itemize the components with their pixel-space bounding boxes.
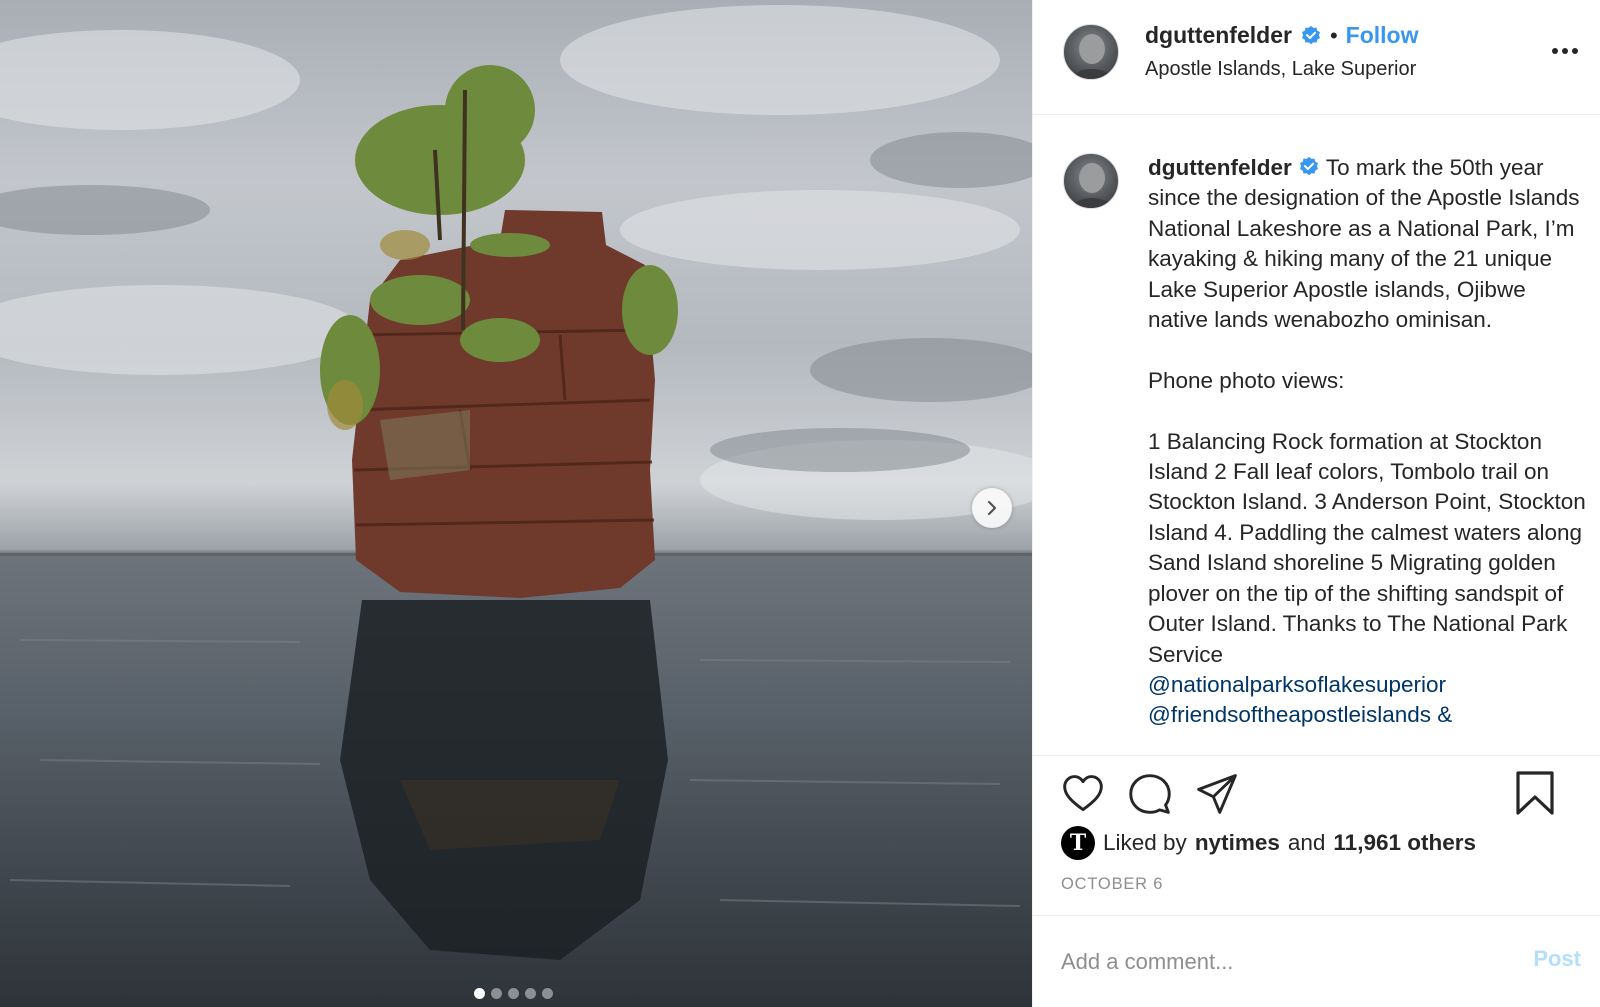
verified-badge-icon [1300, 156, 1318, 176]
caption-mention[interactable]: @friendsoftheapostleislands & [1148, 702, 1452, 727]
heart-icon [1063, 775, 1103, 812]
post-location[interactable]: Apostle Islands, Lake Superior [1145, 58, 1416, 81]
carousel-dot [474, 988, 485, 999]
author-username[interactable]: dguttenfelder [1145, 22, 1292, 49]
caption-mention[interactable]: @nationalparksoflakesuperior [1148, 672, 1446, 697]
more-horizontal-icon [1552, 48, 1578, 54]
likes-prefix: Liked by [1103, 830, 1187, 855]
likes-summary: T Liked by nytimes and 11,961 others [1061, 826, 1476, 860]
comments-scroll-area[interactable]: dguttenfelder To mark the 50th year sinc… [1033, 115, 1600, 755]
carousel-dot [542, 988, 553, 999]
post-details-panel: dguttenfelder • Follow Apostle Islands, … [1032, 0, 1600, 1007]
avatar-photo [1071, 163, 1113, 208]
post-caption: dguttenfelder To mark the 50th year sinc… [1148, 153, 1586, 731]
post-actions: T Liked by nytimes and 11,961 others OCT… [1033, 755, 1600, 915]
likes-joiner: and [1287, 830, 1326, 855]
paper-plane-icon [1197, 774, 1237, 814]
like-button[interactable] [1061, 772, 1105, 821]
comment-button[interactable] [1128, 772, 1172, 821]
share-button[interactable] [1195, 772, 1239, 821]
caption-views-heading: Phone photo views: [1148, 367, 1345, 393]
post-header: dguttenfelder • Follow Apostle Islands, … [1033, 0, 1600, 115]
header-user-line: dguttenfelder • Follow [1145, 22, 1418, 49]
caption-text-main: To mark the 50th year since the designat… [1148, 155, 1586, 333]
bookmark-icon [1516, 771, 1554, 815]
caption-author-avatar[interactable] [1063, 153, 1119, 209]
post-photo[interactable] [0, 0, 1032, 1007]
comment-input[interactable] [1061, 944, 1501, 980]
balancing-rock-photo [0, 5, 1032, 960]
follow-button[interactable]: Follow [1346, 22, 1419, 49]
more-options-button[interactable] [1551, 42, 1579, 60]
add-comment-bar: Post [1033, 915, 1600, 1007]
chevron-right-icon [987, 500, 997, 516]
carousel-next-button[interactable] [972, 488, 1012, 528]
liker-avatar[interactable]: T [1061, 826, 1095, 860]
liker-username[interactable]: nytimes [1195, 830, 1280, 856]
avatar-photo [1071, 34, 1113, 79]
carousel-indicator [474, 988, 553, 999]
caption-username[interactable]: dguttenfelder [1148, 155, 1292, 180]
header-separator: • [1329, 22, 1338, 48]
save-button[interactable] [1515, 770, 1555, 821]
caption-views-body: 1 Balancing Rock formation at Stockton I… [1148, 428, 1593, 667]
post-date[interactable]: OCTOBER 6 [1061, 875, 1163, 894]
verified-badge-icon [1301, 25, 1320, 44]
post-comment-button[interactable]: Post [1533, 946, 1581, 972]
author-avatar[interactable] [1063, 24, 1119, 80]
carousel-dot [508, 988, 519, 999]
likes-count-link[interactable]: 11,961 others [1333, 830, 1476, 856]
comment-bubble-icon [1129, 774, 1171, 814]
carousel-dot [525, 988, 536, 999]
carousel-dot [491, 988, 502, 999]
